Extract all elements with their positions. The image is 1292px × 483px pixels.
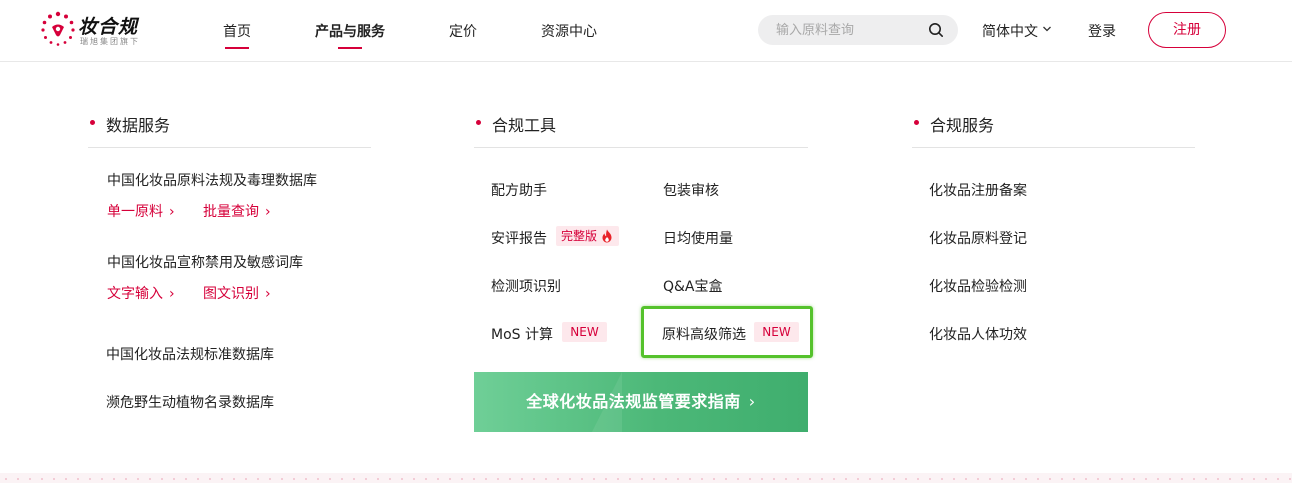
fire-icon <box>602 229 612 243</box>
db-claims-sensitive-words[interactable]: 中国化妆品宣称禁用及敏感词库 <box>107 252 303 272</box>
language-selector[interactable]: 简体中文 <box>982 21 1038 41</box>
new-badge: NEW <box>562 322 607 342</box>
bullet-dot <box>476 120 481 125</box>
top-header: 妆合规 瑞旭集团旗下 首页 产品与服务 定价 资源中心 简体中文 登录 注册 <box>0 0 1292 62</box>
tool-packaging-review[interactable]: 包装审核 <box>663 180 719 200</box>
tool-daily-usage[interactable]: 日均使用量 <box>663 228 733 248</box>
tool-test-item-identification[interactable]: 检测项识别 <box>491 276 561 296</box>
db-regulations-standards[interactable]: 中国化妆品法规标准数据库 <box>106 344 274 364</box>
tool-formula-assistant[interactable]: 配方助手 <box>491 180 547 200</box>
data-services-title: 数据服务 <box>106 116 171 135</box>
nav-products-underline <box>338 47 362 49</box>
register-button[interactable]: 注册 <box>1148 12 1226 48</box>
highlight-box <box>641 306 813 358</box>
data-services-header: 数据服务 <box>88 108 371 148</box>
bullet-dot <box>914 120 919 125</box>
link-batch-query-label: 批量查询 <box>203 204 259 220</box>
db-raw-material-toxicology[interactable]: 中国化妆品原料法规及毒理数据库 <box>107 170 317 190</box>
search-icon[interactable] <box>928 22 944 38</box>
chevron-down-icon[interactable] <box>1042 24 1052 34</box>
link-single-material-label: 单一原料 <box>107 204 163 220</box>
chevron-right-icon: › <box>169 286 175 302</box>
link-image-recognition-label: 图文识别 <box>203 286 259 302</box>
bullet-dot <box>90 120 95 125</box>
banner-label: 全球化妆品法规监管要求指南 <box>526 392 741 411</box>
search-box <box>758 15 958 45</box>
login-link[interactable]: 登录 <box>1088 21 1116 41</box>
link-text-input[interactable]: 文字输入 › <box>107 283 175 303</box>
logo-title: 妆合规 <box>78 16 139 38</box>
chevron-right-icon: › <box>748 392 756 411</box>
nav-products-services[interactable]: 产品与服务 <box>315 21 385 41</box>
logo-mark-icon <box>41 11 75 46</box>
search-input[interactable] <box>776 15 926 45</box>
service-raw-material-registration[interactable]: 化妆品原料登记 <box>929 228 1027 248</box>
compliance-tools-header: 合规工具 <box>474 108 808 148</box>
link-image-recognition[interactable]: 图文识别 › <box>203 283 271 303</box>
tool-qa-box[interactable]: Q&A宝盒 <box>663 276 723 296</box>
full-version-badge-label: 完整版 <box>561 229 598 243</box>
nav-home[interactable]: 首页 <box>223 21 251 41</box>
footer-dots <box>0 478 1292 480</box>
service-registration-filing[interactable]: 化妆品注册备案 <box>929 180 1027 200</box>
compliance-tools-title: 合规工具 <box>492 116 557 135</box>
link-text-input-label: 文字输入 <box>107 286 163 302</box>
tool-mos-calculation[interactable]: MoS 计算 <box>491 324 553 344</box>
service-human-efficacy[interactable]: 化妆品人体功效 <box>929 324 1027 344</box>
tool-safety-report[interactable]: 安评报告 <box>491 228 547 248</box>
compliance-services-title: 合规服务 <box>930 116 995 135</box>
service-inspection-testing[interactable]: 化妆品检验检测 <box>929 276 1027 296</box>
nav-resource-center[interactable]: 资源中心 <box>541 21 597 41</box>
db-endangered-species[interactable]: 濒危野生动植物名录数据库 <box>106 392 274 412</box>
global-regulations-guide-banner[interactable]: 全球化妆品法规监管要求指南 › <box>474 372 808 432</box>
nav-pricing[interactable]: 定价 <box>449 21 477 41</box>
link-single-material[interactable]: 单一原料 › <box>107 201 175 221</box>
logo-subtitle: 瑞旭集团旗下 <box>80 37 140 46</box>
logo[interactable]: 妆合规 瑞旭集团旗下 <box>40 11 150 49</box>
chevron-right-icon: › <box>265 204 271 220</box>
chevron-right-icon: › <box>169 204 175 220</box>
chevron-right-icon: › <box>265 286 271 302</box>
compliance-services-header: 合规服务 <box>912 108 1195 148</box>
banner-text: 全球化妆品法规监管要求指南 › <box>474 372 808 432</box>
link-batch-query[interactable]: 批量查询 › <box>203 201 271 221</box>
nav-home-underline <box>225 47 249 49</box>
